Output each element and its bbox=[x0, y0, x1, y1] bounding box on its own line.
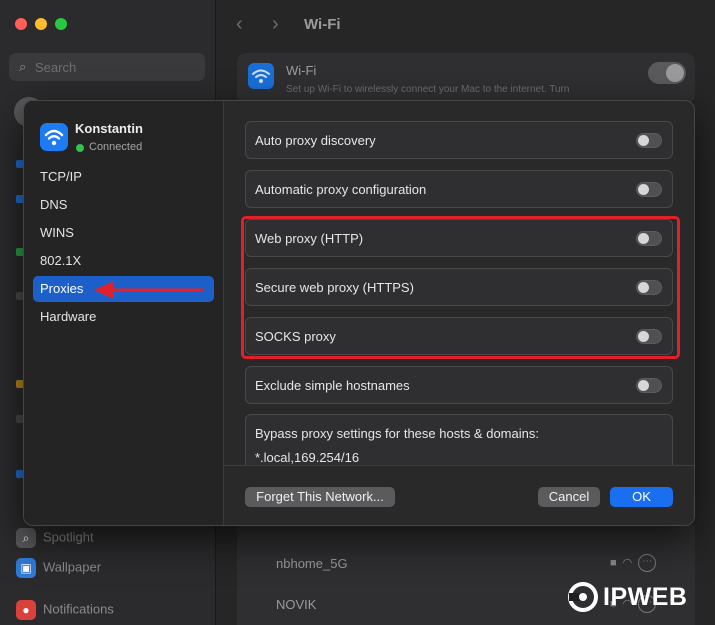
sidebar-item-label: Notifications bbox=[43, 601, 114, 617]
watermark-text: IPWEB bbox=[603, 583, 688, 611]
lock-icon: ■ bbox=[610, 556, 623, 569]
proxy-row-label: Exclude simple hostnames bbox=[255, 378, 410, 393]
sheet-footer: Forget This Network... Cancel OK bbox=[224, 465, 694, 525]
forward-button[interactable]: › bbox=[272, 13, 279, 36]
forget-network-button[interactable]: Forget This Network... bbox=[245, 487, 395, 507]
wifi-label: Wi-Fi bbox=[286, 63, 317, 78]
search-placeholder: Search bbox=[35, 60, 77, 75]
cancel-button[interactable]: Cancel bbox=[538, 487, 600, 507]
sidebar-item-wins[interactable]: WINS bbox=[33, 220, 214, 246]
search-icon: ⌕ bbox=[19, 59, 27, 74]
more-options-icon[interactable]: ⋯ bbox=[638, 554, 657, 572]
bypass-value[interactable]: *.local,169.254/16 bbox=[255, 450, 359, 465]
minimize-window-icon[interactable] bbox=[35, 18, 47, 30]
bypass-label: Bypass proxy settings for these hosts & … bbox=[255, 426, 539, 441]
wallpaper-icon: ▣ bbox=[16, 558, 36, 578]
wifi-description: Set up Wi-Fi to wirelessly connect your … bbox=[286, 84, 570, 95]
network-status: Connected bbox=[89, 141, 143, 153]
zoom-window-icon[interactable] bbox=[55, 18, 67, 30]
auto-proxy-config-toggle[interactable] bbox=[636, 182, 662, 197]
magnifier-icon: ⌕ bbox=[16, 528, 36, 548]
proxy-row-auto-discovery: Auto proxy discovery bbox=[245, 121, 673, 159]
ok-button[interactable]: OK bbox=[610, 487, 673, 507]
proxy-row-exclude-simple: Exclude simple hostnames bbox=[245, 366, 673, 404]
sidebar-item-hardware[interactable]: Hardware bbox=[33, 304, 214, 330]
connected-status-dot bbox=[76, 144, 84, 152]
sidebar-item-spotlight[interactable]: ⌕ Spotlight bbox=[16, 528, 94, 548]
wifi-signal-icon: ◠ bbox=[622, 556, 639, 569]
sidebar-item-dns[interactable]: DNS bbox=[33, 192, 214, 218]
wifi-icon bbox=[40, 123, 68, 151]
red-arrow-icon bbox=[94, 281, 204, 299]
settings-search-field[interactable]: ⌕ Search bbox=[9, 53, 205, 81]
network-item-icons: ■◠ ⋯ bbox=[610, 554, 657, 572]
network-name: Konstantin bbox=[75, 121, 143, 136]
bell-icon: ● bbox=[16, 600, 36, 620]
proxy-highlight-box bbox=[241, 216, 680, 359]
exclude-simple-hostnames-toggle[interactable] bbox=[636, 378, 662, 393]
proxy-row-label: Auto proxy discovery bbox=[255, 133, 376, 148]
wifi-toggle[interactable] bbox=[648, 62, 686, 84]
close-window-icon[interactable] bbox=[15, 18, 27, 30]
sidebar-item-tcpip[interactable]: TCP/IP bbox=[33, 164, 214, 190]
network-item-label[interactable]: NOVIK bbox=[276, 597, 316, 612]
sidebar-item-wallpaper[interactable]: ▣ Wallpaper bbox=[16, 558, 101, 578]
ipweb-logo-icon bbox=[568, 582, 598, 612]
wifi-card bbox=[237, 53, 695, 103]
page-title: Wi-Fi bbox=[304, 16, 341, 33]
sidebar-item-label: Wallpaper bbox=[43, 559, 102, 575]
sidebar-item-notifications[interactable]: ● Notifications bbox=[16, 600, 114, 620]
network-item-label[interactable]: nbhome_5G bbox=[276, 556, 348, 571]
proxy-row-auto-config: Automatic proxy configuration bbox=[245, 170, 673, 208]
ipweb-watermark: IPWEB bbox=[566, 580, 706, 614]
proxy-row-label: Automatic proxy configuration bbox=[255, 182, 427, 197]
wifi-icon bbox=[248, 63, 274, 89]
back-button[interactable]: ‹ bbox=[236, 13, 243, 36]
sheet-sidebar: Konstantin Connected TCP/IP DNS WINS 802… bbox=[24, 101, 224, 525]
sidebar-item-label: Spotlight bbox=[43, 529, 94, 545]
auto-proxy-discovery-toggle[interactable] bbox=[636, 133, 662, 148]
sidebar-item-8021x[interactable]: 802.1X bbox=[33, 248, 214, 274]
